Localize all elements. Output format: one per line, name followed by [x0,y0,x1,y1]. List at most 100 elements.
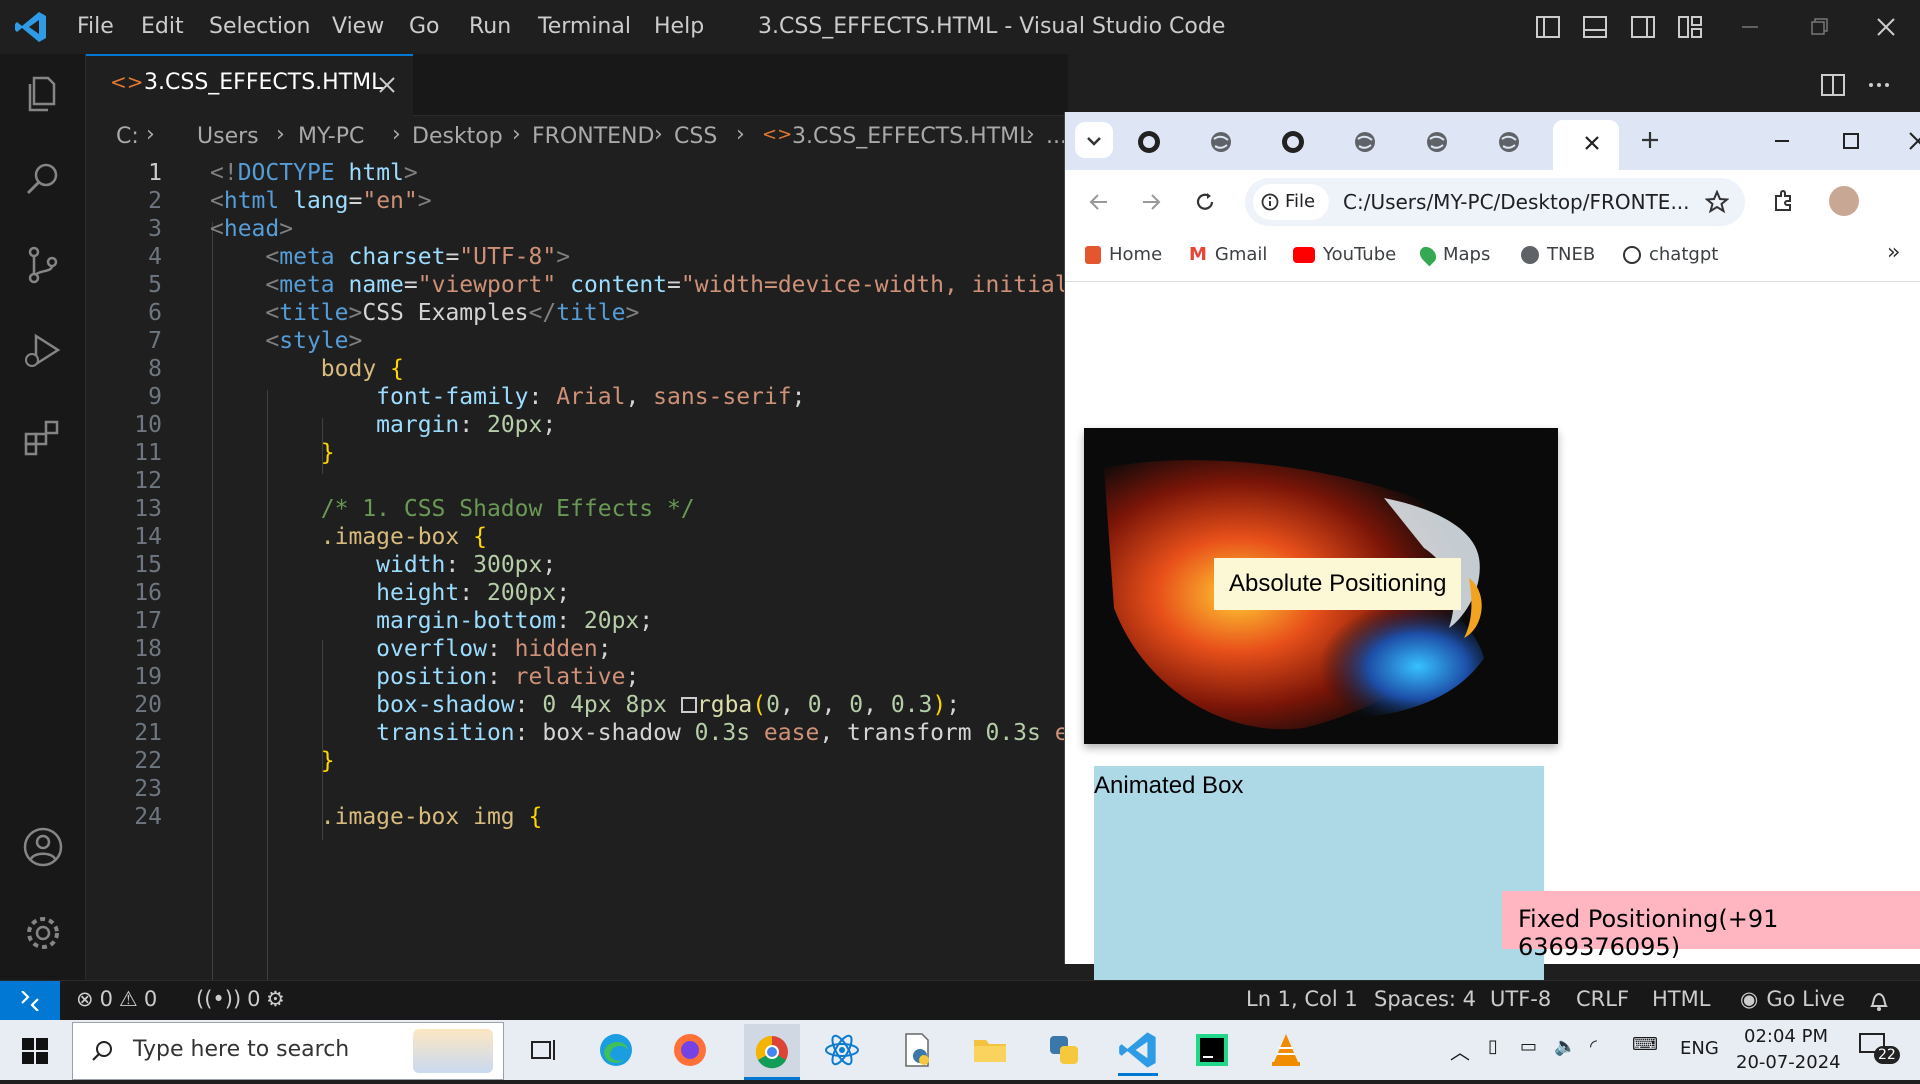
forward-arrow-icon[interactable] [1139,190,1163,214]
breadcrumb-item[interactable]: Users [197,124,259,149]
address-bar[interactable]: File C:/Users/MY-PC/Desktop/FRONTE... [1245,178,1745,226]
language-indicator[interactable]: ENG [1680,1038,1719,1059]
reload-icon[interactable] [1193,190,1217,214]
image-box[interactable]: Absolute Positioning [1084,428,1558,744]
close-window-icon[interactable] [1907,130,1920,152]
browser-tab-strip [1065,112,1920,170]
toggle-panel-icon[interactable] [1582,14,1608,40]
menu-view[interactable]: View [332,14,384,39]
breadcrumb-item[interactable]: CSS [674,124,717,149]
bookmark-tneb[interactable]: TNEB [1521,244,1595,265]
toggle-secondary-sidebar-icon[interactable] [1630,14,1656,40]
github-icon[interactable] [1137,130,1161,154]
cursor-position[interactable]: Ln 1, Col 1 [1246,987,1358,1011]
language-mode[interactable]: HTML [1652,987,1710,1011]
globe-icon[interactable] [1425,130,1449,154]
vscode-taskbar-icon[interactable] [1118,1030,1158,1076]
react-icon[interactable] [822,1030,862,1070]
restore-icon[interactable] [1806,14,1832,40]
file-explorer-icon[interactable] [970,1030,1010,1070]
extensions-puzzle-icon[interactable] [1771,188,1797,214]
clock-date[interactable]: 20-07-2024 [1736,1052,1841,1073]
profile-avatar[interactable] [1829,186,1859,216]
remote-indicator[interactable] [0,981,60,1021]
breadcrumb-item[interactable]: 3.CSS_EFFECTS.HTML [792,124,1031,149]
keyboard-icon[interactable]: ⌨ [1632,1034,1658,1055]
chevron-right-icon: › [1026,122,1035,147]
line-ending[interactable]: CRLF [1576,987,1629,1011]
split-editor-icon[interactable] [1820,72,1846,98]
tab-search-button[interactable] [1075,122,1113,158]
firefox-icon[interactable] [670,1030,710,1070]
menu-selection[interactable]: Selection [209,14,310,39]
windows-start-icon[interactable] [22,1038,48,1064]
breadcrumb-item[interactable]: Desktop [412,124,503,149]
close-tab-icon[interactable] [1583,134,1601,152]
volume-icon[interactable]: 🔈 [1554,1036,1576,1057]
toggle-primary-sidebar-icon[interactable] [1535,14,1561,40]
menu-file[interactable]: File [77,14,114,39]
accounts-icon[interactable] [20,824,66,870]
edge-icon[interactable] [596,1030,636,1070]
customize-layout-icon[interactable] [1677,14,1703,40]
taskbar-search[interactable]: Type here to search [72,1022,504,1080]
pycharm-icon[interactable] [1192,1030,1232,1070]
close-window-icon[interactable] [1873,14,1899,40]
search-icon[interactable] [20,156,66,202]
menu-edit[interactable]: Edit [141,14,184,39]
extensions-icon[interactable] [20,414,66,460]
clock-time[interactable]: 02:04 PM [1744,1026,1828,1047]
breadcrumb-item[interactable]: FRONTEND [532,124,654,149]
device-icon[interactable]: ▯ [1488,1036,1498,1057]
chevron-up-icon[interactable]: ︿ [1450,1036,1470,1065]
github-icon[interactable] [1281,130,1305,154]
code-editor[interactable]: 1 2 3 4 5 6 7 8 9 10 11 12 13 14 15 16 17 18 19 20 21 22 23 24 … [86,160,1068,980]
site-info-chip[interactable]: File [1253,184,1329,220]
indentation[interactable]: Spaces: 4 [1374,987,1476,1011]
python-icon[interactable] [1044,1030,1084,1070]
minimize-icon[interactable] [1737,14,1763,40]
menu-terminal[interactable]: Terminal [538,14,631,39]
vscode-logo-icon[interactable] [14,10,48,44]
debug-icon[interactable]: ⚙ [266,987,285,1011]
breadcrumb-item[interactable]: C: [116,124,139,149]
tab-css-effects[interactable]: <> 3.CSS_EFFECTS.HTML [86,54,413,116]
new-tab-icon[interactable] [1639,129,1661,151]
vlc-icon[interactable] [1266,1030,1306,1070]
star-bookmark-icon[interactable] [1705,190,1729,214]
bell-icon[interactable] [1868,989,1890,1013]
python-file-icon[interactable] [896,1030,936,1070]
go-live-button[interactable]: ◉ Go Live [1740,987,1845,1011]
encoding[interactable]: UTF-8 [1490,987,1551,1011]
globe-icon[interactable] [1497,130,1521,154]
bookmark-home[interactable]: Home [1085,244,1162,265]
source-control-icon[interactable] [20,242,66,288]
wifi-icon[interactable]: ◜ [1590,1036,1597,1057]
bookmark-gmail[interactable]: M Gmail [1189,244,1267,265]
active-browser-tab[interactable] [1553,120,1619,170]
bookmark-chatgpt[interactable]: chatgpt [1623,244,1718,265]
globe-icon[interactable] [1209,130,1233,154]
explorer-icon[interactable] [20,70,66,116]
run-debug-icon[interactable] [20,328,66,374]
menu-run[interactable]: Run [469,14,511,39]
notification-center[interactable]: 22 [1858,1032,1900,1068]
menu-help[interactable]: Help [654,14,704,39]
close-tab-icon[interactable] [376,74,398,96]
task-view-icon[interactable] [524,1030,564,1070]
menu-go[interactable]: Go [409,14,440,39]
more-bookmarks-icon[interactable]: » [1887,240,1900,265]
problems-indicator[interactable]: ⊗ 0 ⚠ 0 [76,987,157,1011]
bookmark-youtube[interactable]: YouTube [1293,244,1396,265]
chrome-icon[interactable] [744,1024,800,1080]
minimize-icon[interactable] [1771,130,1793,152]
ports-indicator[interactable]: ((•)) 0 [196,987,261,1011]
bookmark-maps[interactable]: Maps [1416,243,1490,266]
back-arrow-icon[interactable] [1087,190,1111,214]
breadcrumb-item[interactable]: MY-PC [298,124,364,149]
globe-icon[interactable] [1353,130,1377,154]
manage-gear-icon[interactable] [20,910,66,956]
maximize-icon[interactable] [1840,130,1862,152]
battery-icon[interactable]: ▭ [1520,1036,1537,1057]
more-actions-icon[interactable] [1866,72,1892,98]
